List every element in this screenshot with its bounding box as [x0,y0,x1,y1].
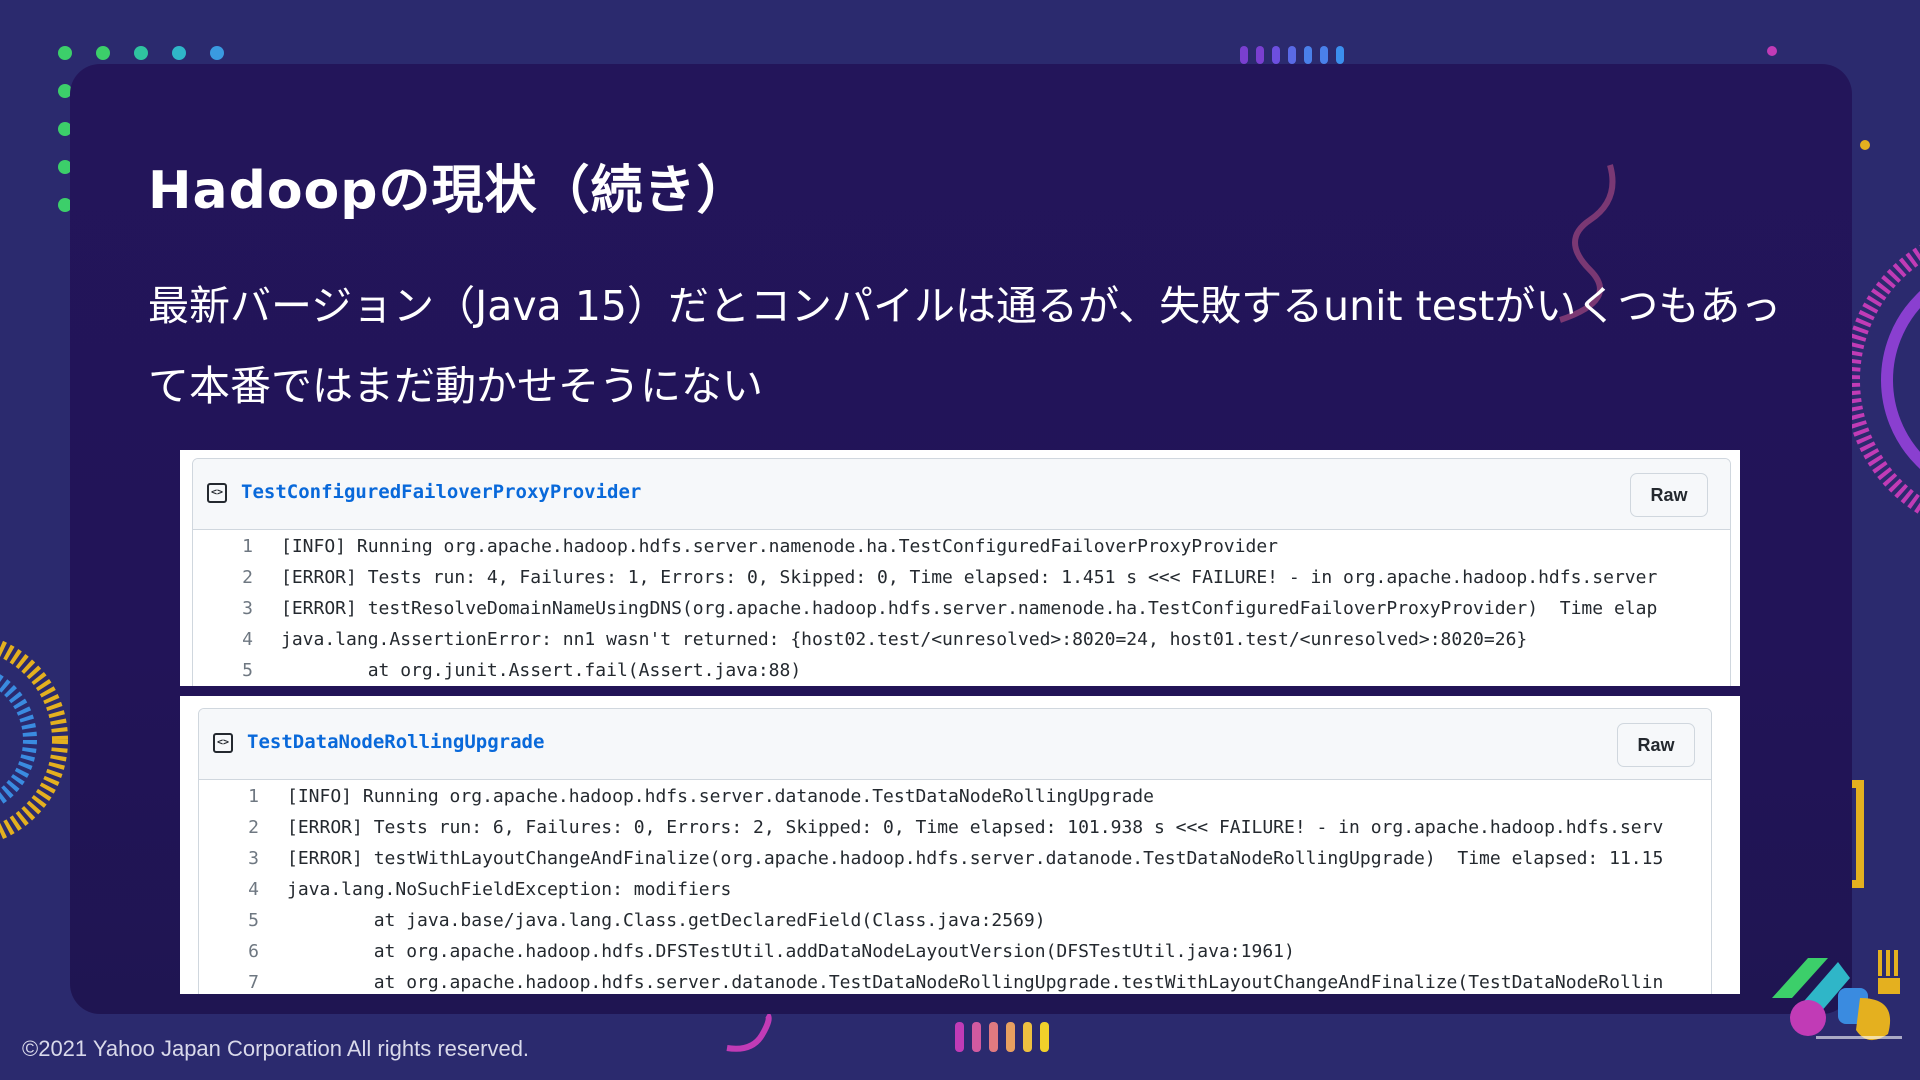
decorative-bars [955,1022,1049,1052]
line-content: at org.apache.hadoop.hdfs.DFSTestUtil.ad… [287,941,1295,962]
gist-file: <> TestDataNodeRollingUpgrade Raw 1 [INFO… [198,708,1712,994]
decorative-bars [1240,46,1344,64]
decorative-dot [1860,140,1870,150]
line-content: [ERROR] testWithLayoutChangeAndFinalize(… [287,848,1664,869]
line-number[interactable]: 6 [199,936,259,967]
code-line: 3 [ERROR] testResolveDomainNameUsingDNS(o… [193,593,1730,624]
decorative-rings [0,639,68,841]
conference-logo [1772,950,1902,1041]
code-line: 4 java.lang.AssertionError: nn1 wasn't re… [193,624,1730,655]
gist-embed: <> TestDataNodeRollingUpgrade Raw 1 [INFO… [180,696,1740,994]
line-number[interactable]: 7 [199,967,259,994]
gist-file-link[interactable]: TestConfiguredFailoverProxyProvider [241,481,641,503]
line-number[interactable]: 5 [193,655,253,686]
code-square-icon: <> [213,733,233,753]
line-number[interactable]: 4 [193,624,253,655]
line-content: java.lang.NoSuchFieldException: modifier… [287,879,732,900]
gist-file-link[interactable]: TestDataNodeRollingUpgrade [247,731,544,753]
code-line: 6 at org.apache.hadoop.hdfs.DFSTestUtil.… [199,936,1711,967]
line-content: [ERROR] Tests run: 4, Failures: 1, Error… [281,567,1658,588]
line-number[interactable]: 2 [199,812,259,843]
gist-file-header: <> TestConfiguredFailoverProxyProvider R… [193,459,1730,530]
code-line: 2 [ERROR] Tests run: 6, Failures: 0, Erro… [199,812,1711,843]
copyright-text: ©2021 Yahoo Japan Corporation All rights… [22,1036,530,1061]
line-content: [INFO] Running org.apache.hadoop.hdfs.se… [281,536,1278,557]
gist-embed: <> TestConfiguredFailoverProxyProvider R… [180,450,1740,686]
code-line: 5 at org.junit.Assert.fail(Assert.java:8… [193,655,1730,686]
code-line: 3 [ERROR] testWithLayoutChangeAndFinalize… [199,843,1711,874]
raw-button[interactable]: Raw [1617,723,1695,767]
line-number[interactable]: 1 [199,781,259,812]
line-number[interactable]: 3 [193,593,253,624]
line-number[interactable]: 1 [193,531,253,562]
decorative-squiggle [726,1012,772,1052]
line-number[interactable]: 4 [199,874,259,905]
line-number[interactable]: 5 [199,905,259,936]
line-content: [ERROR] testResolveDomainNameUsingDNS(or… [281,598,1658,619]
code-line: 4 java.lang.NoSuchFieldException: modifie… [199,874,1711,905]
line-content: at java.base/java.lang.Class.getDeclared… [287,910,1046,931]
line-number[interactable]: 3 [199,843,259,874]
decorative-rings [1852,244,1920,516]
code-line: 5 at java.base/java.lang.Class.getDeclar… [199,905,1711,936]
raw-button[interactable]: Raw [1630,473,1708,517]
gist-file-header: <> TestDataNodeRollingUpgrade Raw [199,709,1711,780]
code-line: 1 [INFO] Running org.apache.hadoop.hdfs.s… [199,781,1711,812]
line-content: [INFO] Running org.apache.hadoop.hdfs.se… [287,786,1154,807]
code-line: 1 [INFO] Running org.apache.hadoop.hdfs.s… [193,531,1730,562]
code-line: 2 [ERROR] Tests run: 4, Failures: 1, Erro… [193,562,1730,593]
line-content: [ERROR] Tests run: 6, Failures: 0, Error… [287,817,1664,838]
code-line: 7 at org.apache.hadoop.hdfs.server.datan… [199,967,1711,994]
slide-subtitle: 最新バージョン（Java 15）だとコンパイルは通るが、失敗するunit tes… [148,282,1782,410]
line-content: at org.apache.hadoop.hdfs.server.datanod… [287,972,1664,993]
line-content: java.lang.AssertionError: nn1 wasn't ret… [281,629,1528,650]
decorative-dot [1767,46,1777,56]
line-content: at org.junit.Assert.fail(Assert.java:88) [281,660,802,681]
code-square-icon: <> [207,483,227,503]
line-number[interactable]: 2 [193,562,253,593]
gist-file: <> TestConfiguredFailoverProxyProvider R… [192,458,1731,686]
slide-title: Hadoopの現状（続き） [148,161,750,221]
